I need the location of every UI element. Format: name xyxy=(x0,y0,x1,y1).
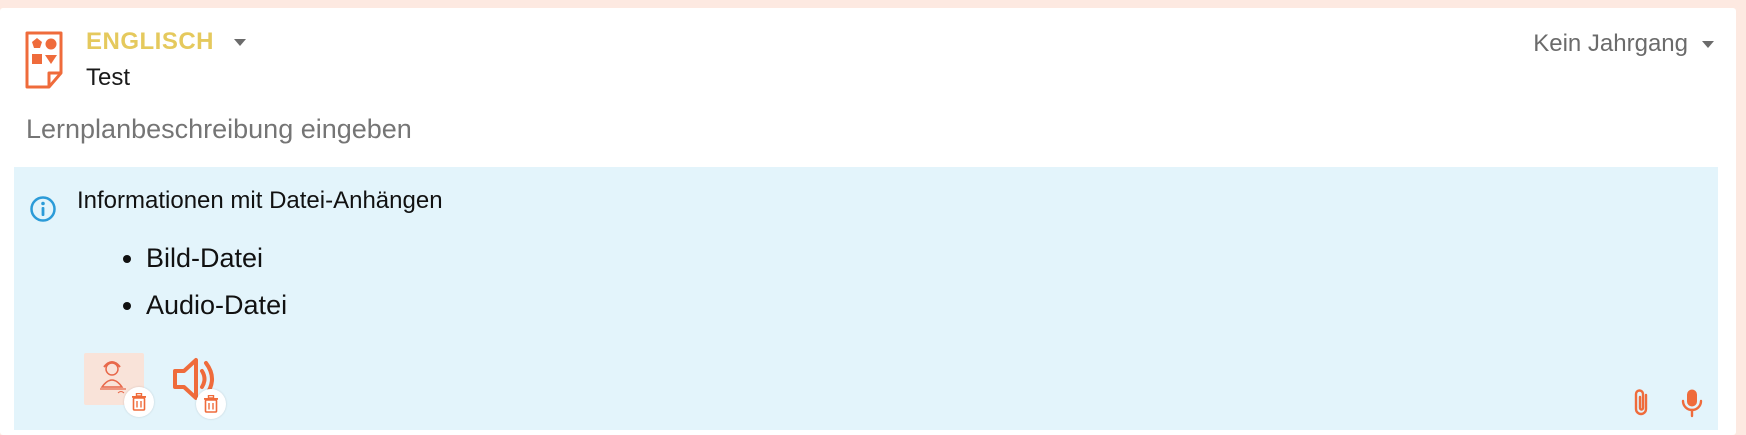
list-item: Audio-Datei xyxy=(146,282,287,329)
info-circle-icon xyxy=(30,196,56,222)
subject-dropdown[interactable]: ENGLISCH xyxy=(86,28,247,56)
description-input[interactable] xyxy=(26,114,1626,145)
year-label: Kein Jahrgang xyxy=(1533,30,1688,57)
year-dropdown[interactable]: Kein Jahrgang xyxy=(1533,30,1714,58)
plan-title[interactable]: Test xyxy=(86,64,130,92)
trash-icon xyxy=(204,395,218,413)
delete-image-button[interactable] xyxy=(124,387,154,417)
shapes-document-icon xyxy=(25,31,63,89)
info-title: Informationen mit Datei-Anhängen xyxy=(77,187,443,214)
attachments xyxy=(84,353,244,421)
chevron-down-icon xyxy=(1702,40,1714,48)
chevron-down-icon xyxy=(234,38,247,46)
info-list: Bild-Datei Audio-Datei xyxy=(122,235,287,329)
list-item: Bild-Datei xyxy=(146,235,287,282)
trash-icon xyxy=(132,393,146,411)
subject-label: ENGLISCH xyxy=(86,28,215,55)
paperclip-icon[interactable] xyxy=(1628,388,1656,418)
microphone-icon[interactable] xyxy=(1678,388,1706,418)
attachment-tools xyxy=(1628,388,1706,418)
learning-plan-card: ENGLISCH Test Kein Jahrgang Informatione… xyxy=(0,8,1736,435)
delete-audio-button[interactable] xyxy=(196,389,226,419)
info-block[interactable]: Informationen mit Datei-Anhängen Bild-Da… xyxy=(14,167,1718,430)
